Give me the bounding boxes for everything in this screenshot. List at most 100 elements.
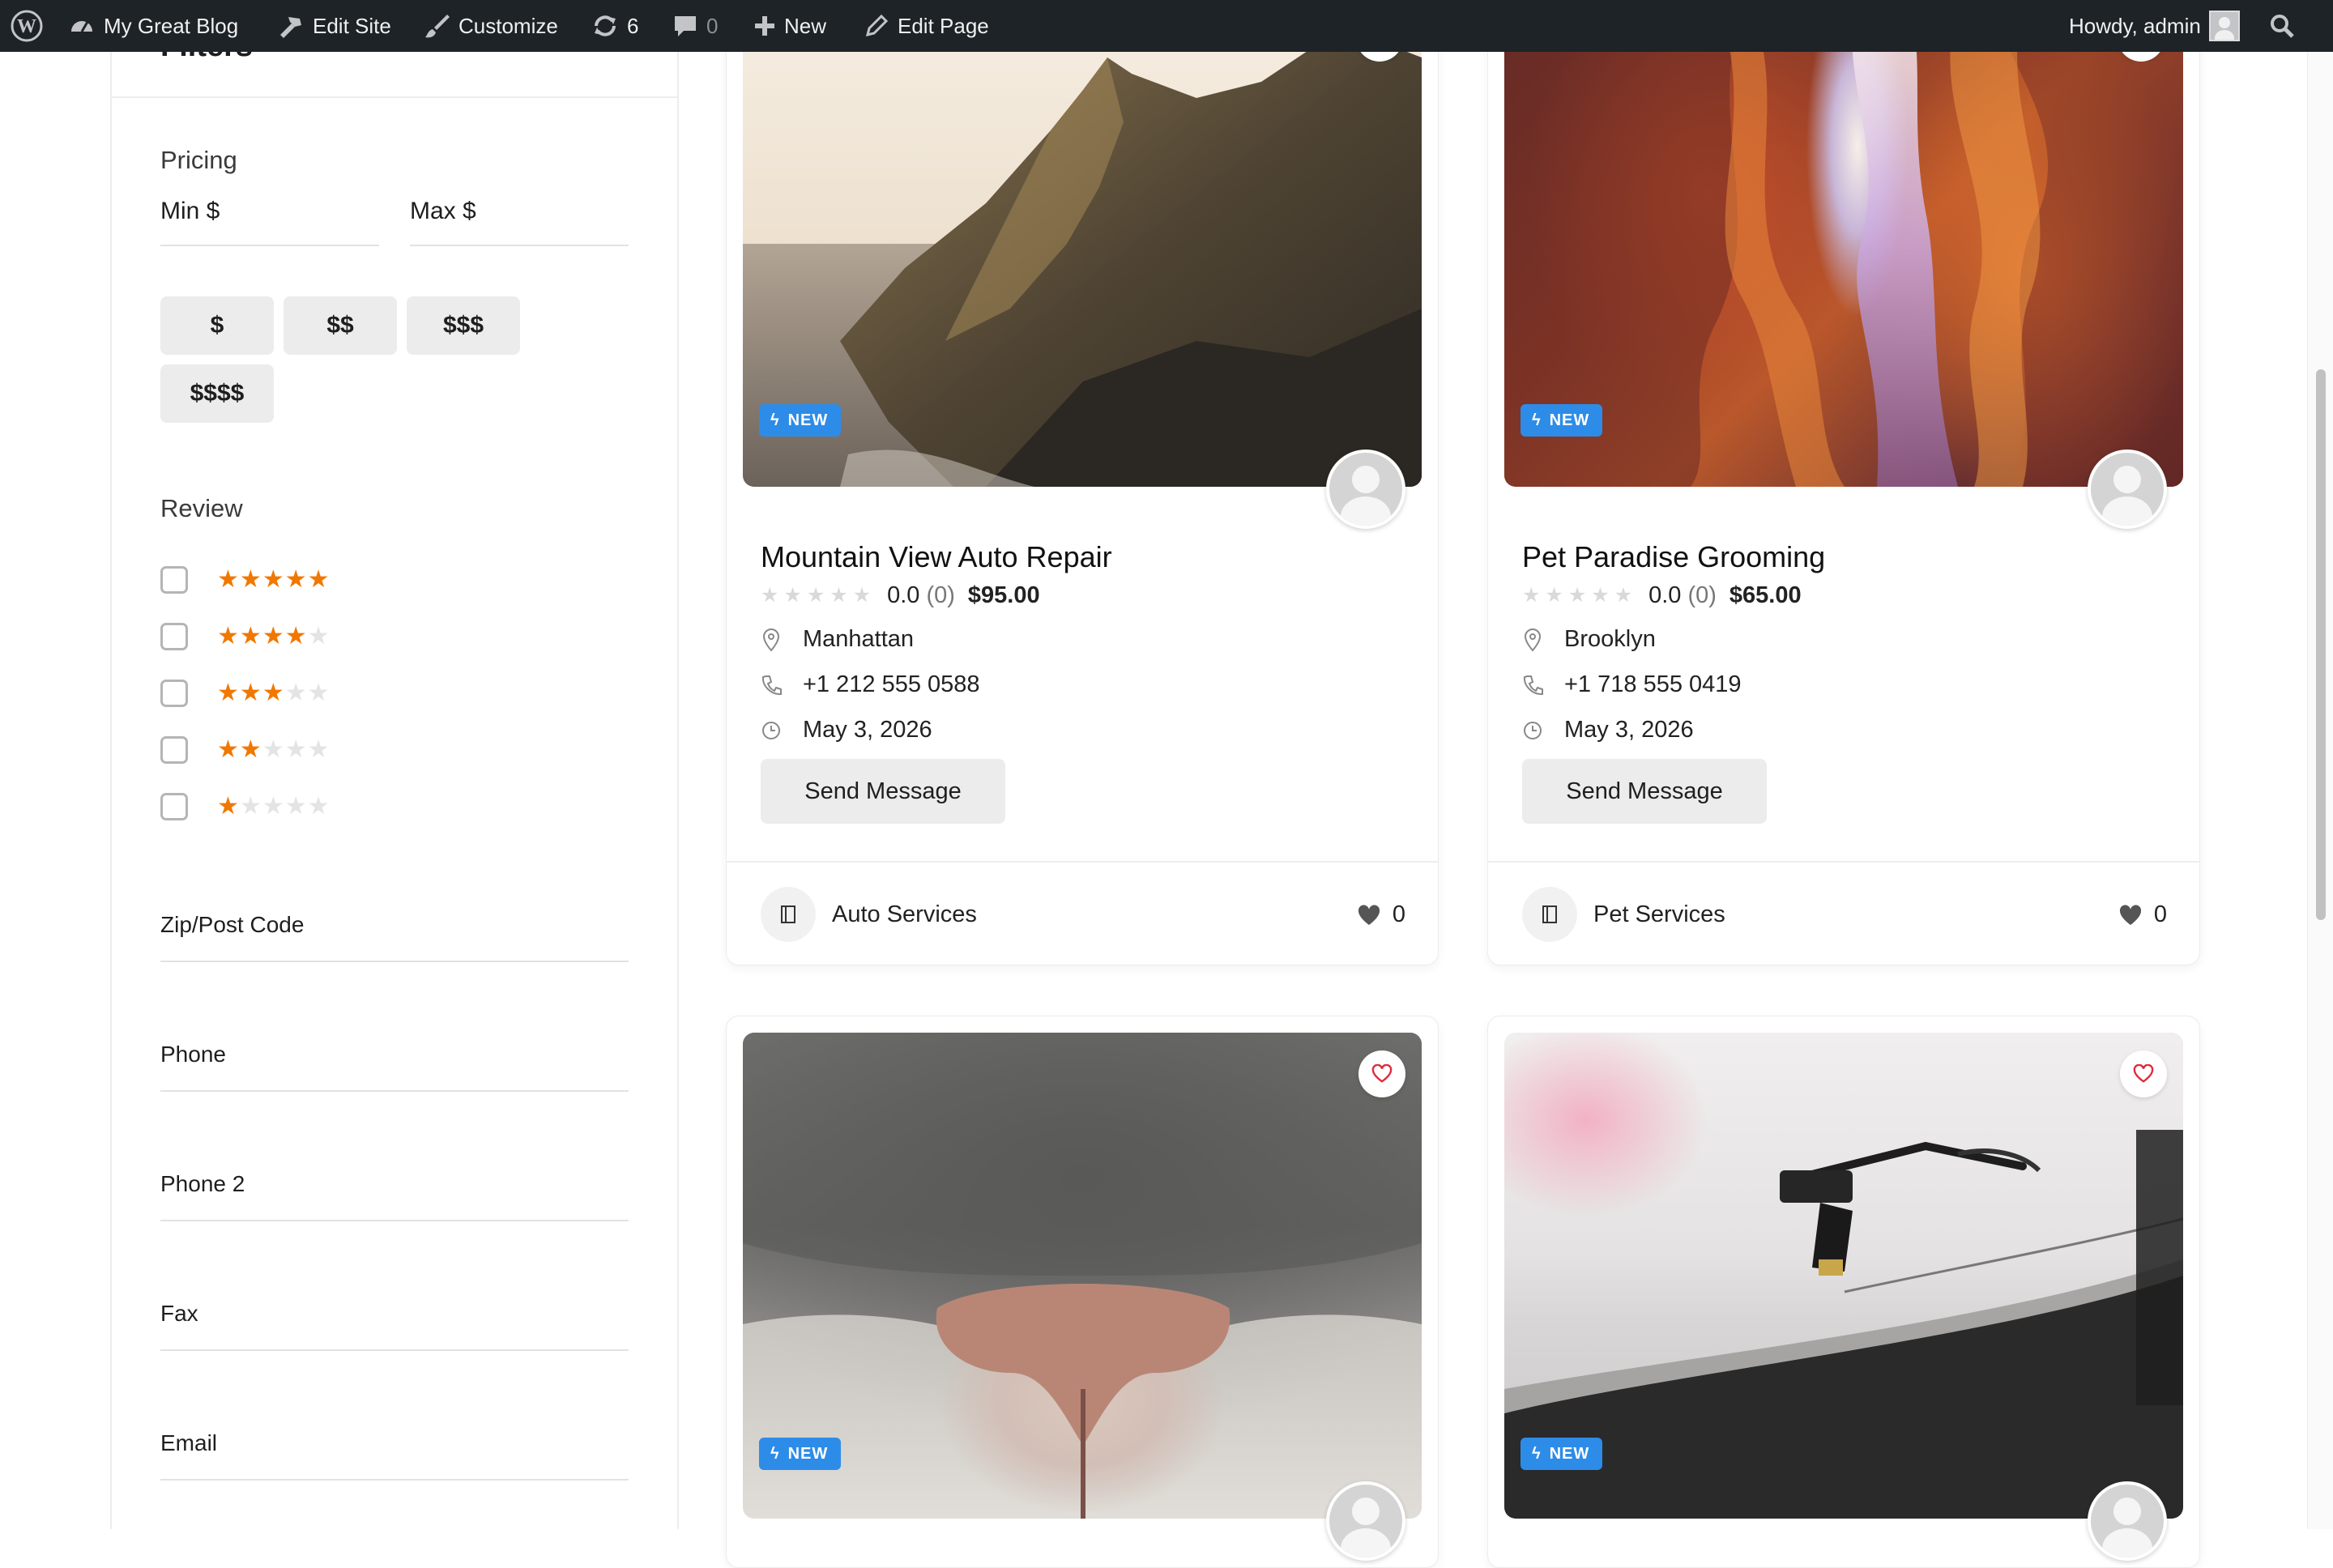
record-player-photo xyxy=(1504,1130,2183,1519)
author-avatar[interactable] xyxy=(2088,1481,2167,1561)
plus-icon xyxy=(755,16,774,36)
send-message-button[interactable]: Send Message xyxy=(1522,759,1767,824)
phone-field[interactable]: Phone xyxy=(160,1042,226,1067)
send-message-button[interactable]: Send Message xyxy=(761,759,1005,824)
favorite-button[interactable] xyxy=(1358,1050,1405,1097)
star-rating-icons: ★ ★ ★ ★ ★ xyxy=(217,623,330,650)
zip-code-underline xyxy=(160,961,629,962)
customize-label: Customize xyxy=(458,13,558,38)
sidebar-divider xyxy=(112,96,677,98)
search-icon[interactable] xyxy=(2268,0,2296,52)
comment-bubble-icon xyxy=(675,16,696,36)
star-rating-icons: ★ ★ ★ ★ ★ xyxy=(217,736,330,763)
rating-value: 0.0 xyxy=(887,582,920,608)
listing-image[interactable]: ϟ NEW xyxy=(1504,1,2183,487)
comments-count: 0 xyxy=(706,13,719,38)
phone-2-field[interactable]: Phone 2 xyxy=(160,1171,245,1197)
bolt-icon: ϟ xyxy=(770,411,780,429)
clock-icon xyxy=(762,721,780,739)
price-level-2-button[interactable]: $$ xyxy=(284,296,397,355)
fax-field[interactable]: Fax xyxy=(160,1301,198,1327)
listing-title[interactable]: Pet Paradise Grooming xyxy=(1522,540,1825,574)
category-link[interactable]: Pet Services xyxy=(1522,887,1725,942)
card-divider xyxy=(1488,861,2199,863)
phone-text[interactable]: +1 212 555 0588 xyxy=(803,671,980,698)
phone-row: +1 212 555 0588 xyxy=(761,671,980,698)
review-checkbox[interactable] xyxy=(160,680,188,707)
coastal-cliffs-photo xyxy=(743,1,1422,487)
new-badge: ϟ NEW xyxy=(1521,404,1603,437)
bolt-icon: ϟ xyxy=(770,1444,780,1463)
new-badge: ϟ NEW xyxy=(759,1438,842,1470)
new-badge: ϟ NEW xyxy=(759,404,842,437)
star-rating-icons: ★ ★ ★ ★ ★ xyxy=(217,793,330,820)
edit-page-link[interactable]: Edit Page xyxy=(864,0,989,52)
author-avatar[interactable] xyxy=(2088,450,2167,529)
review-checkbox[interactable] xyxy=(160,566,188,594)
updates-count: 6 xyxy=(627,13,639,38)
favorite-count-value: 0 xyxy=(1392,901,1405,927)
review-checkbox[interactable] xyxy=(160,736,188,764)
category-label: Auto Services xyxy=(832,901,977,927)
scrollbar-thumb[interactable] xyxy=(2316,369,2326,920)
price-level-3-button[interactable]: $$$ xyxy=(407,296,520,355)
listing-title[interactable]: Mountain View Auto Repair xyxy=(761,540,1112,574)
review-filter-3-stars[interactable]: ★ ★ ★ ★ ★ xyxy=(160,677,330,709)
updates-link[interactable]: 6 xyxy=(591,0,638,52)
heart-outline-icon xyxy=(2133,1064,2154,1083)
new-badge: ϟ NEW xyxy=(1521,1438,1603,1470)
edit-site-link[interactable]: Edit Site xyxy=(275,0,391,52)
new-label: New xyxy=(784,13,827,38)
favorite-count[interactable]: 0 xyxy=(1357,901,1405,928)
listing-card[interactable]: ϟ NEW Mountain View Auto Repair ★ ★ ★ ★ ★ 0.… xyxy=(726,0,1439,965)
edit-page-label: Edit Page xyxy=(898,13,989,38)
paintbrush-icon xyxy=(425,15,450,38)
listing-price: $95.00 xyxy=(967,582,1040,608)
listing-card[interactable]: ϟ NEW xyxy=(1487,1016,2200,1568)
price-level-1-button[interactable]: $ xyxy=(160,296,274,355)
listing-card[interactable]: ϟ NEW xyxy=(726,1016,1439,1568)
review-filter-2-stars[interactable]: ★ ★ ★ ★ ★ xyxy=(160,734,330,766)
review-checkbox[interactable] xyxy=(160,623,188,650)
review-filter-5-stars[interactable]: ★ ★ ★ ★ ★ xyxy=(160,564,330,596)
rating-value: 0.0 xyxy=(1648,582,1682,608)
phone-2-underline xyxy=(160,1220,629,1221)
listing-image[interactable]: ϟ NEW xyxy=(1504,1033,2183,1519)
listing-card[interactable]: ϟ NEW Pet Paradise Grooming ★ ★ ★ ★ ★ 0.0 (0… xyxy=(1487,0,2200,965)
listing-image[interactable]: ϟ NEW xyxy=(743,1033,1422,1519)
dashboard-icon xyxy=(71,21,92,32)
listing-image[interactable]: ϟ NEW xyxy=(743,1,1422,487)
favorite-count-value: 0 xyxy=(2153,901,2167,927)
phone-text[interactable]: +1 718 555 0419 xyxy=(1564,671,1742,698)
comments-link[interactable]: 0 xyxy=(672,0,718,52)
bolt-icon: ϟ xyxy=(1532,411,1542,429)
location-text: Manhattan xyxy=(803,626,915,652)
favorite-count[interactable]: 0 xyxy=(2118,901,2167,928)
new-content-menu[interactable]: New xyxy=(753,0,826,52)
location-row: Manhattan xyxy=(761,626,914,653)
account-menu[interactable]: Howdy, admin xyxy=(2069,0,2240,52)
customize-link[interactable]: Customize xyxy=(423,0,558,52)
filters-sidebar: Filters Pricing Min $ Max $ $ $$ $$$ $$$… xyxy=(110,0,679,1529)
review-filter-1-star[interactable]: ★ ★ ★ ★ ★ xyxy=(160,790,330,823)
page-scrollbar[interactable] xyxy=(2307,52,2333,1529)
new-badge-label: NEW xyxy=(1549,411,1590,429)
max-price-input[interactable]: Max $ xyxy=(410,198,476,225)
author-avatar[interactable] xyxy=(1326,1481,1405,1561)
zip-code-field[interactable]: Zip/Post Code xyxy=(160,912,304,938)
site-name-label: My Great Blog xyxy=(104,13,239,38)
review-checkbox[interactable] xyxy=(160,793,188,820)
category-link[interactable]: Auto Services xyxy=(761,887,977,942)
favorite-button[interactable] xyxy=(2120,1050,2167,1097)
wordpress-logo-icon[interactable]: W xyxy=(10,0,44,52)
folder-icon xyxy=(761,887,816,942)
user-avatar xyxy=(2208,11,2240,41)
svg-text:W: W xyxy=(17,16,36,37)
author-avatar[interactable] xyxy=(1326,450,1405,529)
price-level-4-button[interactable]: $$$$ xyxy=(160,364,274,423)
site-name-menu[interactable]: My Great Blog xyxy=(68,0,238,52)
email-field[interactable]: Email xyxy=(160,1430,217,1456)
review-filter-4-stars[interactable]: ★ ★ ★ ★ ★ xyxy=(160,620,330,653)
min-price-input[interactable]: Min $ xyxy=(160,198,220,225)
phone-icon xyxy=(1523,675,1543,695)
